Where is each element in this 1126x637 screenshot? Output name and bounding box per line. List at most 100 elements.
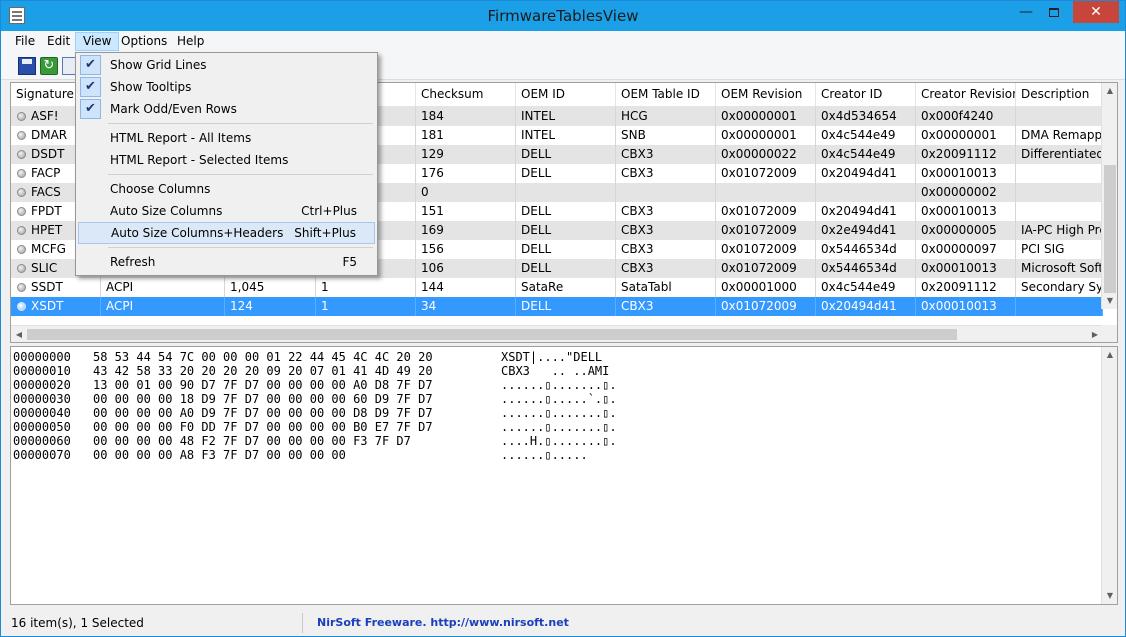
cell-creator-revision: 0x00000005 xyxy=(916,221,1016,240)
menu-html-report-all[interactable]: HTML Report - All Items xyxy=(78,127,375,149)
cell-type: ACPI xyxy=(101,278,225,297)
cell-creator-revision: 0x00010013 xyxy=(916,164,1016,183)
cell-creator-id: 0x5446534d xyxy=(816,259,916,278)
cell-creator-revision: 0x00010013 xyxy=(916,202,1016,221)
cell-checksum: 156 xyxy=(416,240,516,259)
cell-creator-id: 0x4c544e49 xyxy=(816,278,916,297)
menu-file[interactable]: File xyxy=(8,32,42,51)
cell-description xyxy=(1016,164,1103,183)
scroll-up-button[interactable]: ▲ xyxy=(1102,83,1117,99)
table-bullet-icon xyxy=(17,264,26,273)
cell-oem-id: SataRe xyxy=(516,278,616,297)
column-header-oem-revision[interactable]: OEM Revision xyxy=(716,83,816,107)
status-item-count: 16 item(s), 1 Selected xyxy=(7,613,303,633)
save-icon[interactable] xyxy=(18,57,36,75)
table-bullet-icon xyxy=(17,226,26,235)
menu-show-tooltips[interactable]: ✔ Show Tooltips xyxy=(78,76,375,98)
menu-item-label: Choose Columns xyxy=(110,182,211,196)
cell-oem-id: DELL xyxy=(516,221,616,240)
cell-checksum: 144 xyxy=(416,278,516,297)
hex-ascii: ......▯..... xyxy=(501,448,588,462)
column-header-oem-id[interactable]: OEM ID xyxy=(516,83,616,107)
cell-description: DMA Remappin xyxy=(1016,126,1103,145)
cell-creator-revision: 0x00010013 xyxy=(916,259,1016,278)
menu-edit[interactable]: Edit xyxy=(40,32,77,51)
cell-oem-id: DELL xyxy=(516,259,616,278)
column-header-description[interactable]: Description xyxy=(1016,83,1103,107)
cell-checksum: 0 xyxy=(416,183,516,202)
cell-oem-table-id: HCG xyxy=(616,107,716,126)
refresh-icon[interactable]: ↻ xyxy=(40,57,58,75)
cell-description: Differentiated S xyxy=(1016,145,1103,164)
hex-scroll-up-button[interactable]: ▲ xyxy=(1102,347,1117,363)
table-row[interactable]: SSDT ACPI 1,045 1 144 SataRe SataTabl 0x0000100… xyxy=(11,278,1103,297)
title-bar[interactable]: FirmwareTablesView — ✕ xyxy=(1,1,1125,31)
cell-length: 124 xyxy=(225,297,316,316)
nirsoft-link[interactable]: NirSoft Freeware. http://www.nirsoft.net xyxy=(317,613,569,633)
cell-oem-revision: 0x00001000 xyxy=(716,278,816,297)
hex-bytes: 00 00 00 00 A8 F3 7F D7 00 00 00 00 xyxy=(93,448,346,462)
menu-refresh[interactable]: Refresh F5 xyxy=(78,251,375,273)
cell-description: IA-PC High Pre xyxy=(1016,221,1103,240)
hex-scroll-down-button[interactable]: ▼ xyxy=(1102,588,1117,604)
window-title: FirmwareTablesView xyxy=(487,7,639,25)
cell-creator-revision: 0x00000001 xyxy=(916,126,1016,145)
scroll-left-button[interactable]: ◀ xyxy=(11,326,27,342)
cell-oem-revision: 0x01072009 xyxy=(716,202,816,221)
cell-checksum: 151 xyxy=(416,202,516,221)
scroll-down-button[interactable]: ▼ xyxy=(1102,293,1117,309)
menu-auto-size-columns[interactable]: Auto Size Columns Ctrl+Plus xyxy=(78,200,375,222)
vertical-scrollbar[interactable]: ▲ ▼ xyxy=(1101,83,1117,309)
table-bullet-icon xyxy=(17,283,26,292)
table-bullet-icon xyxy=(17,188,26,197)
close-button[interactable]: ✕ xyxy=(1073,1,1119,23)
cell-oem-id: DELL xyxy=(516,240,616,259)
cell-oem-id: DELL xyxy=(516,202,616,221)
menu-view[interactable]: View xyxy=(75,32,120,51)
cell-oem-revision: 0x00000001 xyxy=(716,107,816,126)
check-icon: ✔ xyxy=(80,99,101,119)
menu-item-label: HTML Report - All Items xyxy=(110,131,252,145)
menu-choose-columns[interactable]: Choose Columns xyxy=(78,178,375,200)
cell-oem-table-id: CBX3 xyxy=(616,259,716,278)
horizontal-scrollbar[interactable]: ◀ ▶ xyxy=(11,325,1103,342)
cell-checksum: 176 xyxy=(416,164,516,183)
maximize-button[interactable] xyxy=(1039,1,1069,23)
menu-auto-size-columns-headers[interactable]: Auto Size Columns+Headers Shift+Plus xyxy=(78,222,375,244)
menu-html-report-selected[interactable]: HTML Report - Selected Items xyxy=(78,149,375,171)
column-header-creator-revision[interactable]: Creator Revision xyxy=(916,83,1016,107)
hex-offset: 00000060 xyxy=(13,434,71,448)
cell-oem-id: DELL xyxy=(516,297,616,316)
cell-creator-revision: 0x20091112 xyxy=(916,278,1016,297)
menu-item-label: Auto Size Columns+Headers xyxy=(111,226,284,240)
menu-item-label: Auto Size Columns xyxy=(110,204,223,218)
hex-dump-pane[interactable]: 00000000 58 53 44 54 7C 00 00 00 01 22 44… xyxy=(10,346,1118,605)
column-header-oem-table-id[interactable]: OEM Table ID xyxy=(616,83,716,107)
menu-mark-odd-even-rows[interactable]: ✔ Mark Odd/Even Rows xyxy=(78,98,375,120)
cell-type: ACPI xyxy=(101,297,225,316)
menu-item-label: Mark Odd/Even Rows xyxy=(110,102,237,116)
hex-ascii: ....H.▯.......▯. xyxy=(501,434,617,448)
cell-oem-id: DELL xyxy=(516,164,616,183)
hex-offset: 00000050 xyxy=(13,420,71,434)
hex-vertical-scrollbar[interactable]: ▲ ▼ xyxy=(1101,347,1117,604)
menu-show-grid-lines[interactable]: ✔ Show Grid Lines xyxy=(78,54,375,76)
column-header-checksum[interactable]: Checksum xyxy=(416,83,516,107)
hex-ascii: ......▯.......▯. xyxy=(501,378,617,392)
cell-oem-table-id: SNB xyxy=(616,126,716,145)
cell-oem-revision: 0x01072009 xyxy=(716,297,816,316)
maximize-icon xyxy=(1049,7,1059,17)
cell-description xyxy=(1016,183,1103,202)
column-header-creator-id[interactable]: Creator ID xyxy=(816,83,916,107)
menu-separator xyxy=(108,123,373,124)
vertical-scroll-thumb[interactable] xyxy=(1104,165,1116,293)
table-row[interactable]: XSDT ACPI 124 1 34 DELL CBX3 0x01072009 0x20494d… xyxy=(11,297,1103,316)
menu-options[interactable]: Options xyxy=(114,32,174,51)
menu-item-label: Show Tooltips xyxy=(110,80,192,94)
cell-oem-id: INTEL xyxy=(516,126,616,145)
menu-help[interactable]: Help xyxy=(170,32,211,51)
horizontal-scroll-thumb[interactable] xyxy=(27,329,957,340)
hex-bytes: 58 53 44 54 7C 00 00 00 01 22 44 45 4C 4… xyxy=(93,350,433,364)
minimize-button[interactable]: — xyxy=(1011,1,1041,23)
hex-bytes: 00 00 00 00 48 F2 7F D7 00 00 00 00 F3 7… xyxy=(93,434,411,448)
